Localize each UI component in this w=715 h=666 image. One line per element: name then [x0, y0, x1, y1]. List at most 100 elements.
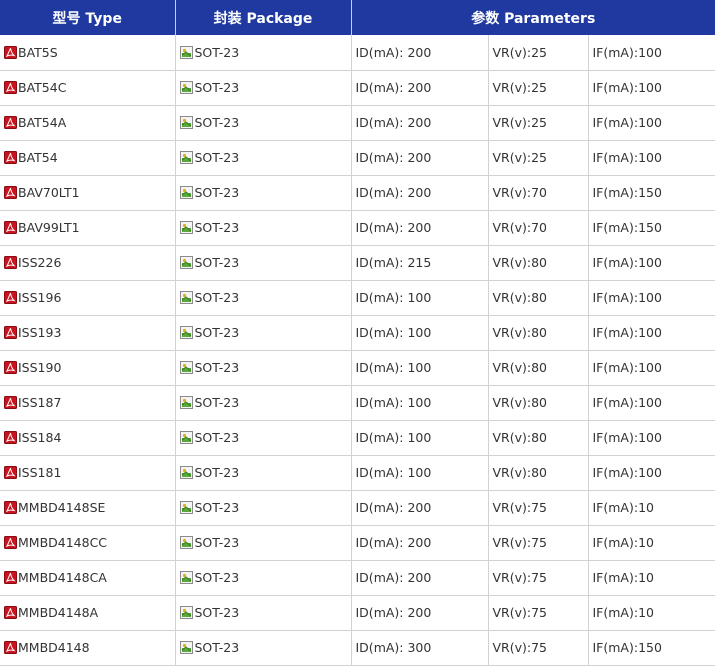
pdf-icon[interactable]	[4, 221, 17, 234]
cell-id: ID(mA): 100	[351, 455, 489, 491]
type-link[interactable]: MMBD4148CC	[18, 535, 107, 550]
cell-type[interactable]: ISS196	[0, 280, 176, 316]
cell-type[interactable]: BAT54A	[0, 105, 176, 141]
package-label: SOT-23	[194, 80, 240, 95]
cell-if: IF(mA):100	[588, 35, 715, 71]
type-link[interactable]: BAT54A	[18, 115, 66, 130]
cell-package: SOT-23	[175, 455, 352, 491]
pdf-icon[interactable]	[4, 396, 17, 409]
type-link[interactable]: BAT54C	[18, 80, 66, 95]
pdf-icon[interactable]	[4, 116, 17, 129]
package-image-icon[interactable]	[179, 431, 193, 444]
cell-id: ID(mA): 200	[351, 210, 489, 246]
cell-type[interactable]: MMBD4148A	[0, 595, 176, 631]
cell-type[interactable]: MMBD4148CC	[0, 525, 176, 561]
package-image-icon[interactable]	[179, 81, 193, 94]
pdf-icon[interactable]	[4, 291, 17, 304]
pdf-icon[interactable]	[4, 571, 17, 584]
package-image-icon[interactable]	[179, 326, 193, 339]
cell-vr: VR(v):75	[488, 560, 589, 596]
cell-type[interactable]: MMBD4148	[0, 630, 176, 666]
package-image-icon[interactable]	[179, 186, 193, 199]
cell-type[interactable]: BAV99LT1	[0, 210, 176, 246]
cell-package: SOT-23	[175, 525, 352, 561]
type-link[interactable]: ISS181	[18, 465, 61, 480]
cell-type[interactable]: MMBD4148CA	[0, 560, 176, 596]
pdf-icon[interactable]	[4, 641, 17, 654]
cell-vr: VR(v):25	[488, 35, 589, 71]
type-link[interactable]: BAT54	[18, 150, 58, 165]
package-label: SOT-23	[194, 395, 240, 410]
cell-if: IF(mA):100	[588, 455, 715, 491]
cell-if: IF(mA):150	[588, 175, 715, 211]
cell-type[interactable]: ISS184	[0, 420, 176, 456]
type-link[interactable]: ISS196	[18, 290, 61, 305]
package-image-icon[interactable]	[179, 151, 193, 164]
cell-if: IF(mA):150	[588, 210, 715, 246]
type-link[interactable]: MMBD4148A	[18, 605, 98, 620]
pdf-icon[interactable]	[4, 361, 17, 374]
type-link[interactable]: BAV99LT1	[18, 220, 80, 235]
pdf-icon[interactable]	[4, 186, 17, 199]
pdf-icon[interactable]	[4, 81, 17, 94]
cell-type[interactable]: ISS226	[0, 245, 176, 281]
cell-type[interactable]: BAT54C	[0, 70, 176, 106]
type-link[interactable]: BAT5S	[18, 45, 58, 60]
pdf-icon[interactable]	[4, 256, 17, 269]
cell-type[interactable]: BAV70LT1	[0, 175, 176, 211]
type-link[interactable]: MMBD4148SE	[18, 500, 105, 515]
package-label: SOT-23	[194, 185, 240, 200]
pdf-icon[interactable]	[4, 606, 17, 619]
table-row: BAT54 SOT-23 ID(mA): 200 VR(v):25 IF(mA):100	[0, 140, 715, 176]
pdf-icon[interactable]	[4, 536, 17, 549]
cell-type[interactable]: ISS193	[0, 315, 176, 351]
type-link[interactable]: MMBD4148CA	[18, 570, 107, 585]
pdf-icon[interactable]	[4, 466, 17, 479]
header-parameters: 参数 Parameters	[351, 0, 715, 35]
package-label: SOT-23	[194, 465, 240, 480]
type-link[interactable]: ISS193	[18, 325, 61, 340]
table-body: BAT5S SOT-23 ID(mA): 200 VR(v):25 IF(mA):100…	[0, 35, 715, 666]
table-row: MMBD4148A SOT-23 ID(mA): 200 VR(v):75 IF(mA)…	[0, 595, 715, 631]
package-image-icon[interactable]	[179, 45, 193, 59]
cell-package: SOT-23	[175, 280, 352, 316]
package-image-icon[interactable]	[179, 536, 193, 549]
cell-vr: VR(v):70	[488, 210, 589, 246]
cell-vr: VR(v):80	[488, 245, 589, 281]
cell-package: SOT-23	[175, 70, 352, 106]
type-link[interactable]: MMBD4148	[18, 640, 90, 655]
cell-type[interactable]: ISS181	[0, 455, 176, 491]
package-image-icon[interactable]	[179, 221, 193, 234]
package-image-icon[interactable]	[179, 501, 193, 514]
cell-if: IF(mA):100	[588, 245, 715, 281]
pdf-icon[interactable]	[4, 45, 17, 59]
type-link[interactable]: ISS184	[18, 430, 61, 445]
package-label: SOT-23	[194, 115, 240, 130]
cell-type[interactable]: MMBD4148SE	[0, 490, 176, 526]
package-image-icon[interactable]	[179, 291, 193, 304]
package-image-icon[interactable]	[179, 361, 193, 374]
type-link[interactable]: ISS187	[18, 395, 61, 410]
cell-type[interactable]: ISS190	[0, 350, 176, 386]
cell-package: SOT-23	[175, 560, 352, 596]
package-image-icon[interactable]	[179, 606, 193, 619]
cell-id: ID(mA): 215	[351, 245, 489, 281]
pdf-icon[interactable]	[4, 501, 17, 514]
package-image-icon[interactable]	[179, 641, 193, 654]
type-link[interactable]: ISS226	[18, 255, 61, 270]
type-link[interactable]: BAV70LT1	[18, 185, 80, 200]
cell-type[interactable]: BAT5S	[0, 35, 176, 71]
cell-type[interactable]: ISS187	[0, 385, 176, 421]
package-image-icon[interactable]	[179, 116, 193, 129]
package-image-icon[interactable]	[179, 466, 193, 479]
type-link[interactable]: ISS190	[18, 360, 61, 375]
cell-type[interactable]: BAT54	[0, 140, 176, 176]
pdf-icon[interactable]	[4, 326, 17, 339]
pdf-icon[interactable]	[4, 431, 17, 444]
package-image-icon[interactable]	[179, 396, 193, 409]
pdf-icon[interactable]	[4, 151, 17, 164]
cell-id: ID(mA): 100	[351, 315, 489, 351]
cell-vr: VR(v):80	[488, 420, 589, 456]
package-image-icon[interactable]	[179, 571, 193, 584]
package-image-icon[interactable]	[179, 256, 193, 269]
